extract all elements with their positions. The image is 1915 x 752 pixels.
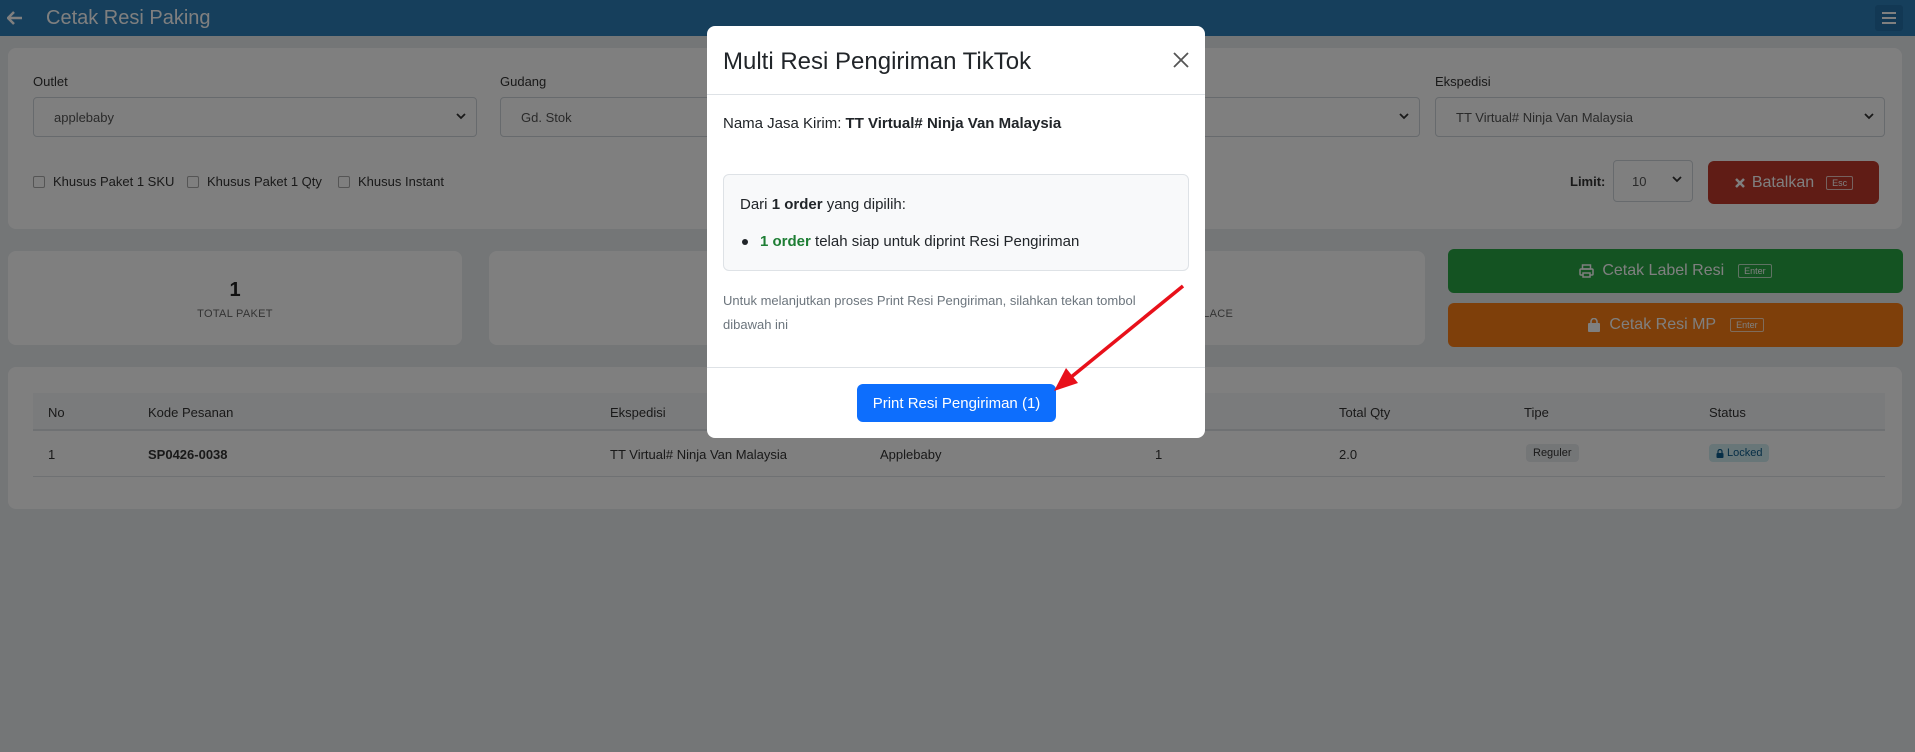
bullet bbox=[742, 238, 748, 245]
ready-count: 1 order bbox=[760, 233, 811, 250]
summary-text: Dari bbox=[740, 196, 768, 213]
jasa-prefix: Nama Jasa Kirim: bbox=[723, 115, 842, 132]
close-icon[interactable] bbox=[1171, 50, 1191, 70]
modal-footer: Print Resi Pengiriman (1) bbox=[707, 367, 1205, 438]
ready-text: telah siap untuk diprint Resi Pengiriman bbox=[815, 233, 1080, 250]
print-resi-button[interactable]: Print Resi Pengiriman (1) bbox=[857, 384, 1056, 422]
summary-text: yang dipilih: bbox=[826, 196, 906, 213]
order-summary-box: Dari 1 order yang dipilih: 1 order telah… bbox=[723, 174, 1189, 271]
jasa-value: TT Virtual# Ninja Van Malaysia bbox=[845, 115, 1062, 132]
order-summary-line: Dari 1 order yang dipilih: bbox=[740, 196, 906, 213]
multi-resi-modal: Multi Resi Pengiriman TikTok Nama Jasa K… bbox=[707, 26, 1205, 438]
modal-note: Untuk melanjutkan proses Print Resi Peng… bbox=[723, 293, 1136, 332]
modal-title: Multi Resi Pengiriman TikTok bbox=[723, 48, 1032, 75]
summary-count: 1 order bbox=[771, 196, 823, 213]
jasa-kirim: Nama Jasa Kirim: TT Virtual# Ninja Van M… bbox=[723, 115, 1061, 132]
ready-list-item: 1 order telah siap untuk diprint Resi Pe… bbox=[742, 233, 1079, 250]
modal-header: Multi Resi Pengiriman TikTok bbox=[707, 26, 1205, 95]
